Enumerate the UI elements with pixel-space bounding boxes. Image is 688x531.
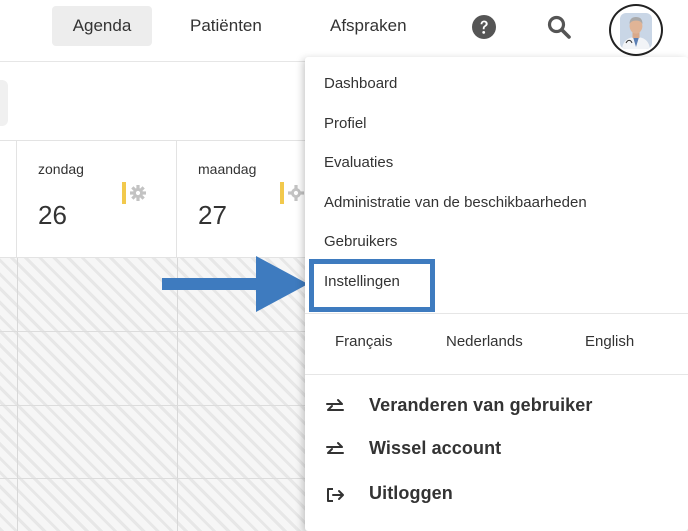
toolbar-search-edge [0, 80, 8, 126]
menu-item-dashboard[interactable]: Dashboard [324, 74, 397, 94]
grid-line [17, 258, 18, 531]
arrow-annotation [162, 256, 308, 312]
user-dropdown-menu: Dashboard Profiel Evaluaties Administrat… [305, 57, 688, 531]
nav-afspraken[interactable]: Afspraken [314, 6, 423, 46]
language-french[interactable]: Français [335, 333, 393, 350]
swap-icon [326, 442, 344, 454]
day-number: 26 [38, 200, 67, 230]
action-label: Uitloggen [369, 483, 453, 503]
calendar-column-edge [0, 141, 17, 257]
swap-icon [326, 399, 344, 411]
top-navigation: Agenda Patiënten Afspraken [0, 0, 688, 62]
menu-item-gebruikers[interactable]: Gebruikers [324, 232, 397, 252]
action-label: Veranderen van gebruiker [369, 395, 593, 415]
search-icon[interactable] [546, 14, 572, 40]
menu-item-beschikbaarheden[interactable]: Administratie van de beschikbaarheden [324, 193, 587, 213]
calendar-day-header[interactable]: zondag 26 [17, 141, 177, 257]
gear-icon[interactable] [122, 182, 148, 204]
language-dutch[interactable]: Nederlands [446, 333, 523, 350]
day-name: zondag [38, 161, 84, 177]
nav-patienten[interactable]: Patiënten [174, 6, 278, 46]
logout-icon [327, 488, 344, 502]
menu-divider [305, 313, 688, 314]
action-label: Wissel account [369, 438, 502, 458]
help-icon[interactable] [472, 15, 496, 39]
user-avatar [620, 13, 652, 49]
menu-divider [305, 374, 688, 375]
day-name: maandag [198, 161, 257, 177]
gear-icon[interactable] [280, 182, 306, 204]
language-english[interactable]: English [585, 333, 634, 350]
day-number: 27 [198, 200, 227, 230]
user-avatar-button[interactable] [609, 4, 663, 56]
menu-item-instellingen[interactable]: Instellingen [324, 272, 400, 292]
nav-agenda[interactable]: Agenda [52, 6, 152, 46]
calendar-day-header[interactable]: maandag 27 [177, 141, 317, 257]
menu-item-profiel[interactable]: Profiel [324, 114, 367, 134]
menu-item-evaluaties[interactable]: Evaluaties [324, 153, 393, 173]
